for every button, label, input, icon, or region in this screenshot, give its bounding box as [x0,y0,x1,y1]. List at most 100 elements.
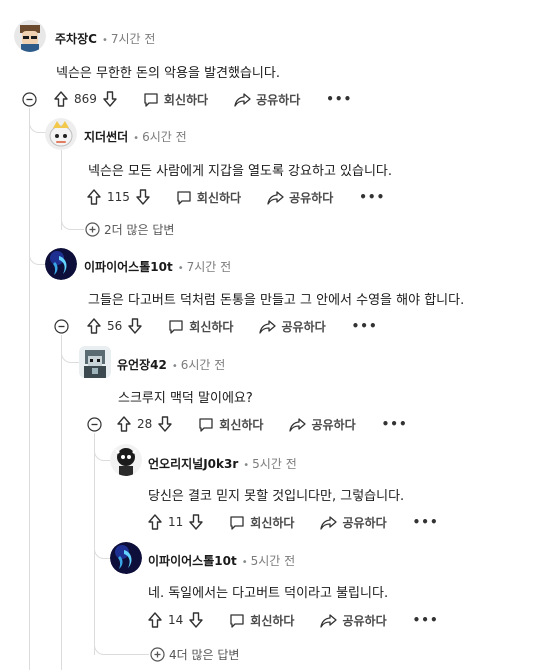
comment-bubble-icon [169,319,183,334]
upvote-button[interactable] [148,612,162,628]
avatar-image [14,20,46,52]
vote-count: 28 [137,417,153,431]
collapse-thread-button[interactable] [22,92,37,111]
avatar[interactable] [79,346,111,378]
arrow-down-icon [103,91,117,107]
share-arrow-icon [267,190,284,205]
timestamp[interactable]: 6시간 전 [181,358,226,372]
share-label: 공유하다 [311,417,356,432]
share-button[interactable]: 공유하다 [320,514,387,531]
timestamp[interactable]: 5시간 전 [251,554,296,568]
arrow-down-icon [158,416,172,432]
share-label: 공유하다 [342,613,387,628]
more-replies-label: 4더 많은 답변 [169,648,240,662]
downvote-button[interactable] [189,514,203,530]
share-label: 공유하다 [289,190,334,205]
comment-meta: 주차장C • 7시간 전 [55,30,155,47]
thread-line [61,335,62,670]
avatar[interactable] [110,542,142,574]
downvote-button[interactable] [189,612,203,628]
author-name[interactable]: 이파이어스톨10t [84,260,173,274]
comment-meta: 이파이어스톨10t • 5시간 전 [148,552,295,569]
arrow-up-icon [148,514,162,530]
timestamp[interactable]: 7시간 전 [111,32,156,46]
thread-elbow [61,205,84,230]
reply-button[interactable]: 회신하다 [198,416,263,433]
reply-label: 회신하다 [250,515,295,530]
more-options-button[interactable]: ••• [413,515,439,529]
thread-elbow [94,630,149,655]
upvote-button[interactable] [87,318,101,334]
arrow-up-icon [87,189,101,205]
timestamp[interactable]: 7시간 전 [187,260,232,274]
reply-button[interactable]: 회신하다 [143,91,208,108]
avatar[interactable] [45,118,77,150]
reply-button[interactable]: 회신하다 [229,514,294,531]
comment-body: 넥슨은 모든 사람에게 지갑을 열도록 강요하고 있습니다. [88,164,393,179]
plus-circle-icon [85,222,100,237]
comment-actions: 14 회신하다 공유하다 ••• [148,610,439,630]
arrow-down-icon [189,514,203,530]
thread-elbow [29,108,46,133]
separator-dot: • [243,460,250,471]
timestamp[interactable]: 5시간 전 [252,457,297,471]
comment-bubble-icon [144,92,158,107]
vote-count: 14 [168,613,184,627]
author-name[interactable]: 주차장C [55,32,97,46]
more-options-button[interactable]: ••• [326,92,352,106]
collapse-thread-button[interactable] [54,319,69,338]
downvote-button[interactable] [158,416,172,432]
downvote-button[interactable] [136,189,150,205]
separator-dot: • [177,263,184,274]
comment-bubble-icon [177,190,191,205]
comment-bubble-icon [230,613,244,628]
author-name[interactable]: 유언장42 [117,358,167,372]
minus-circle-icon [54,319,69,334]
reply-button[interactable]: 회신하다 [168,318,233,335]
author-name[interactable]: 언오리지널J0k3r [148,457,238,471]
share-button[interactable]: 공유하다 [289,416,356,433]
avatar[interactable] [14,20,46,52]
thread-elbow [29,240,46,265]
minus-circle-icon [22,92,37,107]
share-button[interactable]: 공유하다 [259,318,326,335]
more-options-button[interactable]: ••• [413,613,439,627]
upvote-button[interactable] [148,514,162,530]
more-options-button[interactable]: ••• [359,190,385,204]
thread-line [29,108,30,670]
upvote-button[interactable] [87,189,101,205]
comment-body: 그들은 다고버트 덕처럼 돈통을 만들고 그 안에서 수영을 해야 합니다. [88,293,465,308]
comment-actions: 11 회신하다 공유하다 ••• [148,512,439,532]
timestamp[interactable]: 6시간 전 [142,130,187,144]
comment-actions: 28 회신하다 공유하다 ••• [117,414,408,434]
more-replies-button[interactable]: 2더 많은 답변 [85,221,174,238]
separator-dot: • [241,557,248,568]
share-arrow-icon [320,515,338,530]
arrow-down-icon [136,189,150,205]
author-name[interactable]: 이파이어스톨10t [148,554,237,568]
downvote-button[interactable] [103,91,117,107]
upvote-button[interactable] [117,416,131,432]
reply-label: 회신하다 [250,613,295,628]
upvote-button[interactable] [54,91,68,107]
share-arrow-icon [320,613,338,628]
author-name[interactable]: 지더썬더 [84,130,128,144]
share-button[interactable]: 공유하다 [267,189,333,206]
arrow-up-icon [117,416,131,432]
avatar[interactable] [110,444,142,476]
separator-dot: • [133,133,140,144]
share-button[interactable]: 공유하다 [234,91,300,108]
reply-label: 회신하다 [189,319,234,334]
reply-button[interactable]: 회신하다 [229,612,294,629]
downvote-button[interactable] [128,318,142,334]
share-label: 공유하다 [281,319,326,334]
arrow-up-icon [148,612,162,628]
more-options-button[interactable]: ••• [382,417,408,431]
more-options-button[interactable]: ••• [352,319,378,333]
collapse-thread-button[interactable] [87,417,102,436]
reply-button[interactable]: 회신하다 [176,189,241,206]
comment-bubble-icon [230,515,244,530]
more-replies-button[interactable]: 4더 많은 답변 [150,646,239,663]
avatar[interactable] [45,248,77,280]
share-button[interactable]: 공유하다 [320,612,387,629]
